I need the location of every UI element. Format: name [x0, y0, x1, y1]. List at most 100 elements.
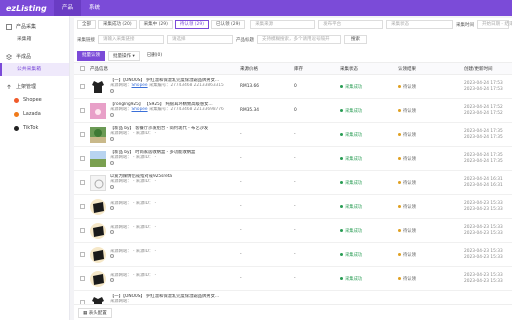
table-row[interactable]: 来源网站： - 来源ID： - - - 采集成功 待认领 2023-04-23 15:33… [74, 243, 512, 267]
product-thumbnail[interactable] [90, 198, 106, 215]
price-cell: - [240, 228, 242, 233]
header-time[interactable]: 创建/更新时间 [464, 66, 512, 72]
action-row: 批量认领 批量操作 ▾ 已删(0) [74, 49, 512, 63]
table-row[interactable]: 【新品 by】 客餐厅沙发组合 - 简约现代 - 布艺沙发 来源网站： - 来源I… [74, 123, 512, 147]
status-text: 采集成功 [345, 156, 363, 162]
info-icon[interactable] [110, 184, 114, 189]
batch-ops-button[interactable]: 批量操作 ▾ [108, 50, 140, 61]
product-thumbnail[interactable] [90, 102, 106, 119]
sidebar-group-label: 半成品 [16, 54, 32, 60]
row-checkbox[interactable] [79, 84, 85, 89]
info-icon[interactable] [110, 230, 114, 234]
row-checkbox[interactable] [79, 228, 85, 233]
product-thumbnail[interactable] [90, 78, 106, 95]
row-checkbox[interactable] [79, 156, 85, 161]
product-thumbnail[interactable] [90, 174, 106, 191]
time-cell: 2023-04-24 17:52 2023-04-24 17:52 [464, 105, 512, 116]
claim-text: 待认领 [403, 84, 416, 90]
table-row[interactable]: 来源网站： - 来源ID： - - - 采集成功 待认领 2023-04-23 15:33… [74, 267, 512, 291]
claim-text: 待认领 [403, 132, 416, 138]
source-link[interactable]: Shopee [131, 107, 147, 112]
price-cell: - [240, 252, 242, 257]
source-suffix: - 来源ID： - [131, 179, 157, 185]
table-row[interactable]: 以爱为媒情侣戒指对戒925sreta 来源网站： - 来源ID： - - - 采集成功待… [74, 171, 512, 195]
status-dot [340, 132, 343, 136]
info-icon[interactable] [110, 112, 114, 117]
claim-dot [398, 156, 401, 160]
tab-all[interactable]: 全部 [77, 20, 96, 29]
top-bar: ezListing 产品 系统 [0, 0, 512, 16]
source-prefix: 来源网站： [110, 155, 132, 161]
row-checkbox[interactable] [79, 252, 85, 257]
search-button[interactable]: 搜索 [344, 35, 367, 44]
app-logo: ezListing [6, 3, 47, 13]
tab-pending-claim[interactable]: 待认领 (29) [174, 20, 210, 29]
info-icon[interactable] [110, 136, 114, 141]
platform-select[interactable]: 发布平台 [318, 20, 384, 29]
table-row[interactable]: 来源网站： - 来源ID： - - - 采集成功 待认领 2023-04-23 15:33… [74, 195, 512, 219]
info-icon[interactable] [110, 160, 114, 165]
claim-text: 待认领 [403, 180, 416, 186]
sidebar-item-public-box[interactable]: 公共采集箱 [0, 63, 69, 76]
info-icon[interactable] [110, 278, 114, 282]
sidebar-item-shopee[interactable]: Shopee [0, 93, 69, 107]
time-range-input[interactable]: 开始日期 - 结束日期 [477, 20, 512, 29]
sidebar-group-semi[interactable]: 半成品 [0, 50, 69, 63]
product-thumbnail[interactable] [90, 126, 106, 143]
select-input[interactable]: 请选择 [167, 35, 233, 44]
source-link[interactable]: Shopee [131, 83, 147, 88]
tab-claimed[interactable]: 已认领 (29) [211, 20, 246, 29]
link-input[interactable]: 请输入采集链接 [98, 35, 164, 44]
table-row[interactable]: 来源网站： - 来源ID： - - - 采集成功 待认领 2023-04-23 15:33… [74, 219, 512, 243]
product-thumbnail[interactable] [90, 270, 106, 287]
header-price[interactable]: 来源价格 [240, 66, 294, 72]
product-title-input[interactable]: 支持模糊搜索，多个请用逗号隔开 [257, 35, 341, 44]
deleted-button[interactable]: 已删(0) [142, 50, 167, 61]
row-checkbox[interactable] [79, 180, 85, 185]
tab-collecting[interactable]: 采集中 (29) [138, 20, 173, 29]
updated-time: 2023-04-24 17:35 [464, 158, 503, 164]
table-row[interactable]: 【新品 by】 时尚家居收纳盒 - 多功能收纳盒 来源网站： - 来源ID： --… [74, 147, 512, 171]
select-all-checkbox[interactable] [79, 66, 85, 71]
table-row[interactable]: 【ronglng925】 【S925】 纯银耳环精致高级感女… 来源网站：Shop… [74, 99, 512, 123]
column-config-button[interactable]: ▦ 表头配置 [78, 307, 112, 318]
row-checkbox[interactable] [79, 204, 85, 209]
row-checkbox[interactable] [79, 276, 85, 281]
price-cell: - [240, 204, 242, 209]
sidebar-group-collect[interactable]: 产品采集 [0, 20, 69, 33]
tab-success[interactable]: 采集成功 (20) [98, 20, 137, 29]
table-row[interactable]: 【一】【ONO0S】 护红温和保湿乳完度保湿霜品牌男女… 来源网站：Shopee … [74, 75, 512, 99]
status-select[interactable]: 采集状态 [386, 20, 453, 29]
row-checkbox[interactable] [79, 108, 85, 113]
upload-icon [6, 84, 12, 90]
claim-text: 待认领 [403, 108, 416, 114]
sidebar-group-listing[interactable]: 上架管理 [0, 80, 69, 93]
sidebar-item-collect-box[interactable]: 采集箱 [0, 33, 69, 46]
updated-time: 2023-04-24 17:52 [464, 110, 503, 116]
tiktok-icon [14, 125, 19, 131]
stock-cell: - [294, 276, 296, 281]
header-stock[interactable]: 库存 [294, 66, 340, 72]
nav-system[interactable]: 系统 [81, 0, 108, 16]
batch-ops-label: 批量操作 [113, 53, 131, 59]
info-icon[interactable] [110, 206, 114, 210]
claim-text: 待认领 [403, 276, 416, 282]
product-thumbnail[interactable] [90, 150, 106, 167]
status-badge: 采集成功 [340, 276, 398, 282]
batch-claim-button[interactable]: 批量认领 [77, 50, 105, 61]
sidebar-item-lazada[interactable]: Lazada [0, 107, 69, 121]
sidebar-item-label: TikTok [23, 125, 39, 131]
product-thumbnail[interactable] [90, 222, 106, 239]
source-suffix: - 来源ID： - [131, 248, 157, 254]
status-badge: 采集成功 [340, 228, 398, 234]
info-icon[interactable] [110, 254, 114, 258]
status-text: 采集成功 [345, 204, 363, 210]
product-thumbnail[interactable] [90, 246, 106, 263]
sidebar-item-tiktok[interactable]: TikTok [0, 121, 69, 135]
row-checkbox[interactable] [79, 132, 85, 137]
claim-badge: 待认领 [398, 252, 464, 258]
nav-products[interactable]: 产品 [54, 0, 82, 16]
source-select[interactable]: 采集来源 [250, 20, 316, 29]
info-icon[interactable] [110, 88, 114, 93]
status-dot [340, 252, 343, 256]
